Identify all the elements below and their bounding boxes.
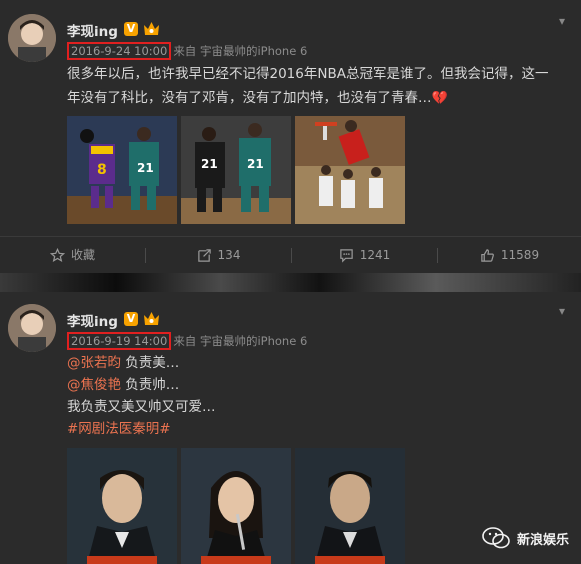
like-button[interactable]: 11589	[438, 237, 581, 274]
svg-text:21: 21	[247, 157, 264, 171]
repost-button[interactable]: 134	[146, 237, 291, 274]
post-source: 来自 宇宙最帅的iPhone 6	[173, 44, 308, 58]
drama-poster-man-2	[295, 448, 405, 564]
chevron-down-icon[interactable]: ▾	[555, 304, 569, 318]
wechat-logo-icon	[482, 527, 510, 549]
repost-count: 134	[217, 248, 241, 262]
post-action-bar: 收藏 134 1241 11589	[0, 236, 581, 273]
comment-icon	[339, 249, 353, 263]
svg-text:21: 21	[201, 157, 218, 171]
watermark: 新浪娱乐	[481, 526, 569, 550]
post-text-line-3: 我负责又美又帅又可爱…	[67, 399, 216, 415]
post-text: 很多年以后，也许我早已经不记得2016年NBA总冠军是谁了。但我会记得，这一 年…	[67, 62, 567, 111]
topic-link[interactable]: #网剧法医秦明#	[67, 418, 567, 440]
post-meta: 2016-9-19 14:00 来自 宇宙最帅的iPhone 6	[67, 332, 307, 350]
author-name[interactable]: 李现ing	[67, 20, 118, 40]
mention-text: 负责帅…	[121, 377, 180, 393]
post-image-3[interactable]	[295, 448, 405, 564]
star-icon	[49, 248, 65, 263]
comment-button[interactable]: 1241	[292, 237, 437, 274]
mention-link[interactable]: @焦俊艳	[67, 377, 121, 393]
verified-badge-icon: V	[124, 312, 138, 326]
basketball-photo-duncan-garnett: 21 21	[181, 116, 291, 224]
post-text-line-1: 很多年以后，也许我早已经不记得2016年NBA总冠军是谁了。但我会记得，这一	[67, 66, 549, 82]
post-time[interactable]: 2016-9-24 10:00	[67, 42, 172, 60]
broken-heart-icon: 💔	[431, 91, 448, 106]
svg-text:21: 21	[137, 161, 154, 175]
post-source: 来自 宇宙最帅的iPhone 6	[173, 334, 308, 348]
basketball-photo-kobe-garnett: 8 21	[67, 116, 177, 224]
like-count: 11589	[500, 248, 540, 262]
drama-poster-man-1	[67, 448, 177, 564]
post-text: @张若昀 负责美… @焦俊艳 负责帅… 我负责又美又帅又可爱… #网剧法医秦明#	[67, 352, 567, 440]
repost-icon	[197, 249, 211, 262]
chevron-down-icon[interactable]: ▾	[555, 14, 569, 28]
basketball-photo-dunk	[295, 116, 405, 224]
favorite-label: 收藏	[70, 248, 95, 262]
thumbs-up-icon	[481, 249, 494, 262]
watermark-text: 新浪娱乐	[516, 532, 569, 548]
weibo-post-1: 李现ing V ▾ 2016-9-24 10:00 来自 宇宙最帅的iPhone …	[0, 0, 581, 273]
post-image-2[interactable]	[181, 448, 291, 564]
avatar[interactable]	[8, 14, 56, 62]
post-image-2[interactable]: 21 21	[181, 116, 291, 224]
mention-link[interactable]: @张若昀	[67, 355, 121, 371]
author-name[interactable]: 李现ing	[67, 310, 118, 330]
post-meta: 2016-9-24 10:00 来自 宇宙最帅的iPhone 6	[67, 42, 307, 60]
favorite-button[interactable]: 收藏	[0, 237, 145, 274]
weibo-post-2: 李现ing V ▾ 2016-9-19 14:00 来自 宇宙最帅的iPhone …	[0, 292, 581, 564]
member-crown-icon	[144, 22, 159, 35]
avatar[interactable]	[8, 304, 56, 352]
member-crown-icon	[144, 312, 159, 325]
post-image-3[interactable]	[295, 116, 405, 224]
post-image-1[interactable]	[67, 448, 177, 564]
post-time[interactable]: 2016-9-19 14:00	[67, 332, 172, 350]
comment-count: 1241	[359, 248, 391, 262]
svg-text:8: 8	[97, 162, 107, 178]
post-text-line-2: 年没有了科比，没有了邓肯，没有了加内特，也没有了青春…	[67, 90, 432, 106]
mention-text: 负责美…	[121, 355, 180, 371]
background-strip	[0, 273, 581, 292]
drama-poster-woman	[181, 448, 291, 564]
verified-badge-icon: V	[124, 22, 138, 36]
post-image-1[interactable]: 8 21	[67, 116, 177, 224]
